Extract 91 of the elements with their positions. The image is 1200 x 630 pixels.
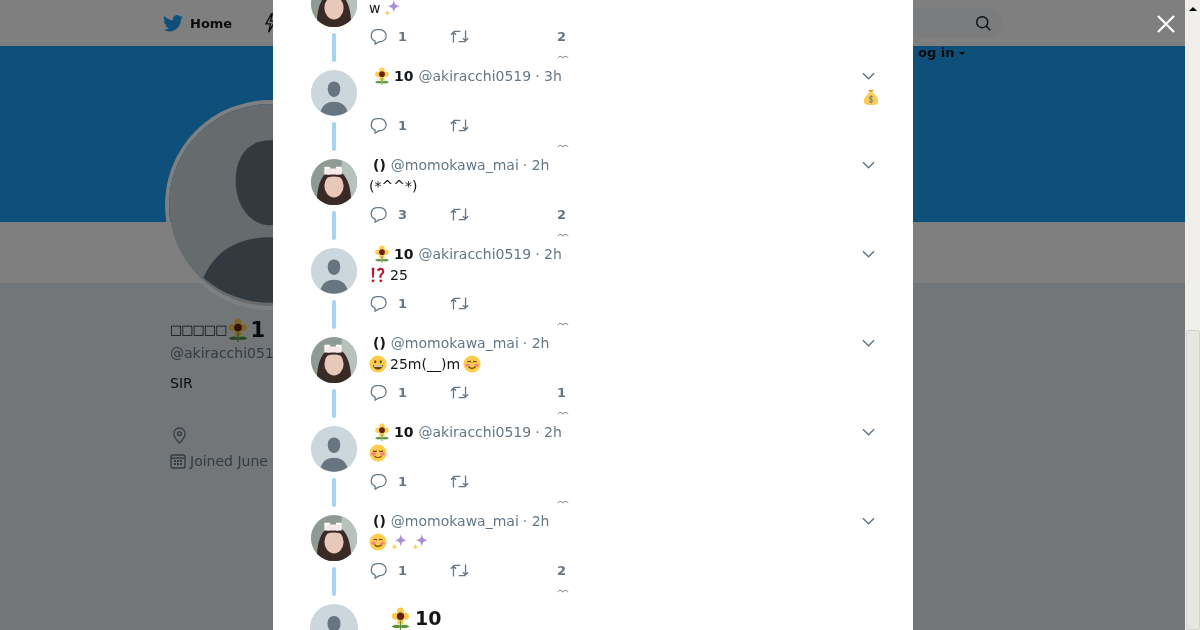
sunflower-icon [389,606,412,630]
author-handle[interactable]: @momokawa_mai [390,513,519,529]
tweet-time[interactable]: · 2h [522,513,550,529]
reply-icon[interactable] [369,205,388,223]
smiling-face-icon [369,533,387,551]
author-name: 10 [373,245,414,263]
scroll-up-icon[interactable] [1187,6,1198,12]
tweet-time[interactable]: · 2h [522,335,550,351]
author-handle[interactable]: @akiracchi0519 [418,424,532,440]
tweet-text: 25m(__)m [390,356,460,372]
chevron-down-icon[interactable] [862,339,875,347]
author-name: () [373,157,386,173]
retweet-icon[interactable] [450,116,469,134]
scroll-thumb[interactable] [1185,329,1200,630]
chevron-down-icon[interactable] [862,428,875,436]
retweet-icon[interactable] [450,294,469,312]
sunflower-icon [373,67,391,85]
tweet-time[interactable]: · 2h [535,424,562,440]
bird-icon [163,14,183,32]
retweet-icon[interactable] [450,472,469,490]
thread-line [332,122,336,151]
reply-count: 1 [398,384,408,400]
smiling-face-icon [463,355,481,373]
like-count: 1 [557,384,567,400]
search-icon [975,14,992,32]
like-count: 2 [557,206,567,222]
sparkles-icon [390,533,408,551]
caret-icon [958,50,967,56]
reply-icon[interactable] [369,561,388,579]
thread-line [332,478,336,507]
default-avatar-icon [310,70,358,117]
scrollbar[interactable] [1185,0,1200,630]
thread-line [332,300,336,329]
thread-line [332,567,336,596]
reply-icon[interactable] [369,116,388,134]
location-pin-icon [172,427,187,444]
sunflower-icon [373,423,391,441]
blushing-face-icon [369,444,387,462]
retweet-icon[interactable] [450,383,469,401]
chevron-down-icon[interactable] [862,517,875,525]
retweet-icon[interactable] [450,27,469,45]
tweet-time[interactable]: · 2h [522,157,550,173]
retweet-icon[interactable] [450,205,469,223]
author-name: () [373,335,386,351]
tweet-text: w [369,0,381,16]
chevron-down-icon[interactable] [862,250,875,258]
exclamation-question-icon [369,266,387,284]
calendar-icon [170,453,186,469]
like-count: 2 [557,562,567,578]
author-name: 10 [373,423,414,441]
tweet-time[interactable]: · 3h [535,68,562,84]
tweet-text: (*^^*) [369,178,418,194]
reply-count: 1 [398,295,408,311]
reply-icon[interactable] [369,472,388,490]
author-handle[interactable]: @momokawa_mai [390,335,519,351]
author-name: 10 [373,67,414,85]
joined-date: Joined June [190,453,268,469]
reply-icon[interactable] [369,27,388,45]
sparkles-icon [411,533,429,551]
reply-count: 3 [398,206,408,222]
reply-count: 1 [398,28,408,44]
author-name: 10 [389,606,442,630]
thread-line [332,211,336,240]
chevron-down-icon[interactable] [862,72,875,80]
tweet-text: 25 [390,267,408,283]
reply-icon[interactable] [369,383,388,401]
money-bag-icon [862,88,880,106]
author-handle[interactable]: @momokawa_mai [390,157,519,173]
thread-line [332,33,336,62]
profile-handle: @akiracchi051 [170,345,275,361]
author-handle[interactable]: @akiracchi0519 [418,246,532,262]
like-count: 2 [557,28,567,44]
close-button[interactable] [1155,13,1177,35]
default-avatar-icon [310,248,358,295]
profile-bio: SIR [170,375,194,391]
author-name: () [373,513,386,529]
reply-icon[interactable] [369,294,388,312]
close-icon [1156,14,1176,34]
sparkles-icon [383,0,402,17]
reply-count: 1 [398,117,408,133]
default-avatar-icon [310,426,358,473]
reply-count: 1 [398,562,408,578]
tweet-time[interactable]: · 2h [535,246,562,262]
thread-line [332,389,336,418]
retweet-icon[interactable] [450,561,469,579]
reply-count: 1 [398,473,408,489]
home-link[interactable]: Home [190,15,233,31]
sunflower-icon [373,245,391,263]
grinning-face-icon [369,355,387,373]
author-handle[interactable]: @akiracchi0519 [418,68,532,84]
chevron-down-icon[interactable] [862,161,875,169]
